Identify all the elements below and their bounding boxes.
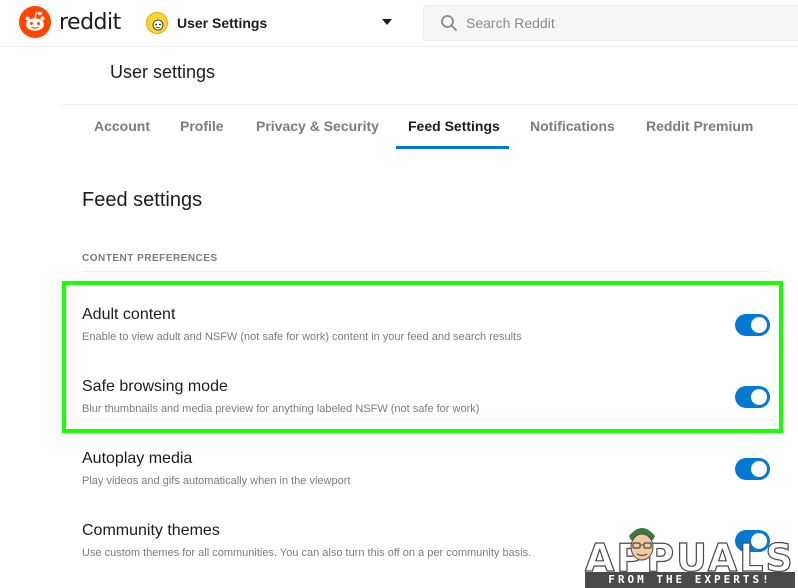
tab-feed-settings[interactable]: Feed Settings xyxy=(408,118,500,134)
section-divider xyxy=(82,271,770,272)
logo-wordmark: reddit xyxy=(59,9,121,35)
active-tab-indicator xyxy=(396,146,509,149)
search-bar[interactable] xyxy=(423,5,798,41)
community-dropdown-label: User Settings xyxy=(177,15,268,31)
snoo-avatar-icon xyxy=(146,12,168,34)
autoplay-media-description: Play videos and gifs automatically when … xyxy=(82,475,351,487)
tabs-divider xyxy=(62,104,798,105)
chevron-down-icon[interactable] xyxy=(382,19,392,25)
tab-privacy-security[interactable]: Privacy & Security xyxy=(256,118,379,134)
autoplay-media-title: Autoplay media xyxy=(82,450,193,467)
reddit-alien-icon xyxy=(19,6,51,38)
mascot-icon xyxy=(629,528,655,561)
top-header: reddit User Settings xyxy=(0,0,798,47)
highlight-box xyxy=(62,281,783,433)
autoplay-media-toggle[interactable] xyxy=(735,458,770,480)
community-themes-description: Use custom themes for all communities. Y… xyxy=(82,547,532,559)
section-title: Feed settings xyxy=(82,189,203,211)
content-preferences-heading: CONTENT PREFERENCES xyxy=(82,253,218,264)
tab-reddit-premium[interactable]: Reddit Premium xyxy=(646,118,753,134)
page-title: User settings xyxy=(110,62,216,82)
community-themes-title: Community themes xyxy=(82,522,220,539)
community-dropdown[interactable]: User Settings xyxy=(146,8,396,38)
tab-profile[interactable]: Profile xyxy=(180,118,224,134)
toggle-knob xyxy=(751,461,767,477)
reddit-logo[interactable]: reddit xyxy=(19,6,121,38)
search-input[interactable] xyxy=(466,15,766,31)
tab-account[interactable]: Account xyxy=(94,118,150,134)
appuals-watermark: APPUALS FROM THE EXPERTS! xyxy=(584,518,795,588)
tab-notifications[interactable]: Notifications xyxy=(530,118,615,134)
watermark-tagline: FROM THE EXPERTS! xyxy=(585,572,795,588)
search-icon xyxy=(441,15,457,31)
